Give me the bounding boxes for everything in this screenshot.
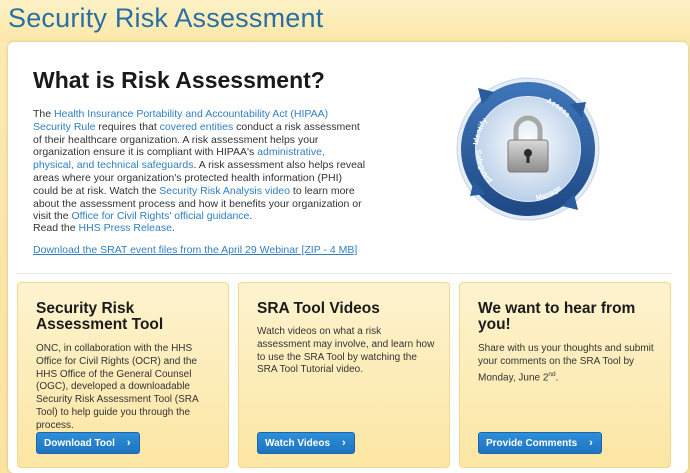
- button-label: Download Tool: [44, 437, 115, 449]
- page-title: Security Risk Assessment: [8, 3, 324, 33]
- page-header: Security Risk Assessment: [0, 0, 690, 42]
- chevron-right-icon: ›: [589, 437, 593, 449]
- card-text-main: Share with us your thoughts and submit y…: [478, 343, 654, 383]
- chevron-right-icon: ›: [126, 437, 131, 449]
- card-text-sup: nd: [548, 370, 556, 378]
- provide-comments-button[interactable]: Provide Comments ›: [478, 432, 602, 454]
- card-text: ONC, in collaboration with the HHS Offic…: [36, 343, 199, 431]
- card-text-end: .: [555, 371, 559, 383]
- section-heading: What is Risk Assessment?: [33, 67, 325, 93]
- intro-text: .: [249, 210, 253, 223]
- card-title: We want to hear from you!: [478, 300, 636, 333]
- read-prefix: Read the: [33, 222, 79, 234]
- card-feedback: We want to hear from you! Share with us …: [459, 282, 671, 468]
- card-title: Security Risk Assessment Tool: [36, 300, 164, 333]
- intro-text: The: [33, 108, 55, 120]
- press-release-line: Read the HHS Press Release.: [33, 222, 175, 234]
- card-title: SRA Tool Videos: [257, 300, 380, 317]
- button-label: Watch Videos: [265, 437, 331, 449]
- chevron-right-icon: ›: [342, 437, 346, 449]
- card-text: Watch videos on what a risk assessment m…: [257, 326, 435, 376]
- covered-entities-link[interactable]: covered entities: [160, 121, 234, 133]
- button-label: Provide Comments: [486, 437, 578, 449]
- section-divider: [16, 273, 672, 274]
- download-srat-files-link[interactable]: Download the SRAT event files from the A…: [33, 244, 357, 256]
- intro-paragraph: The Health Insurance Portability and Acc…: [33, 108, 368, 223]
- read-suffix: .: [171, 222, 175, 234]
- card-text: Share with us your thoughts and submit y…: [478, 343, 658, 385]
- watch-videos-button[interactable]: Watch Videos ›: [257, 432, 355, 454]
- press-release-link[interactable]: HHS Press Release: [79, 222, 172, 234]
- card-sra-videos: SRA Tool Videos Watch videos on what a r…: [238, 282, 450, 468]
- ocr-guidance-link[interactable]: Office for Civil Rights' official guidan…: [72, 210, 250, 222]
- sra-video-link[interactable]: Security Risk Analysis video: [159, 185, 290, 197]
- download-tool-button[interactable]: Download Tool ›: [36, 432, 140, 454]
- card-sra-tool: Security Risk Assessment Tool ONC, in co…: [17, 282, 229, 468]
- risk-cycle-svg: Identify Assess Manage Safeguard: [456, 77, 600, 221]
- intro-text: requires that: [95, 120, 160, 133]
- risk-cycle-graphic: Identify Assess Manage Safeguard: [448, 74, 608, 224]
